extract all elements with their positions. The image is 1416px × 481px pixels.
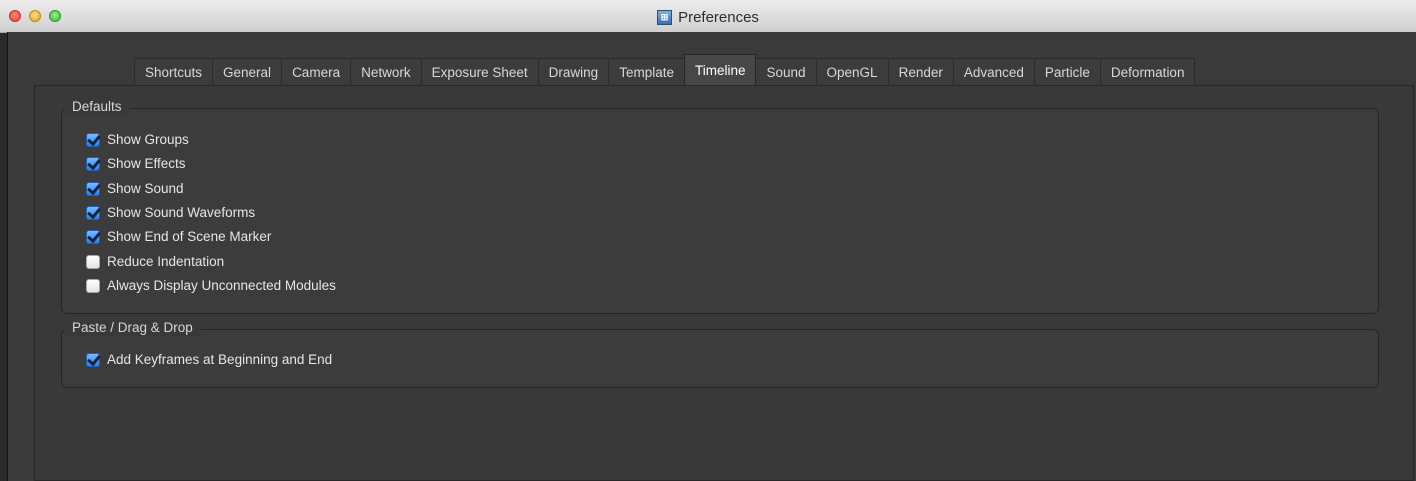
title-bar: ⊞ Preferences [0, 0, 1416, 33]
show-end-of-scene-marker-checkbox[interactable] [86, 230, 100, 244]
show-sound-option[interactable]: Show Sound [86, 179, 184, 199]
tab-bar: Shortcuts General Camera Network Exposur… [134, 54, 1196, 85]
always-display-unconnected-modules-checkbox[interactable] [86, 279, 100, 293]
show-effects-checkbox[interactable] [86, 157, 100, 171]
tab-template[interactable]: Template [608, 58, 685, 85]
tab-network[interactable]: Network [350, 58, 422, 85]
tab-exposure-sheet[interactable]: Exposure Sheet [420, 58, 539, 85]
checkbox-label: Reduce Indentation [107, 254, 225, 269]
tab-general[interactable]: General [212, 58, 283, 85]
checkbox-label: Add Keyframes at Beginning and End [107, 352, 333, 367]
tab-advanced[interactable]: Advanced [952, 58, 1035, 85]
tab-opengl[interactable]: OpenGL [815, 58, 889, 85]
show-groups-option[interactable]: Show Groups [86, 130, 189, 150]
show-end-of-scene-marker-option[interactable]: Show End of Scene Marker [86, 227, 271, 247]
always-display-unconnected-modules-option[interactable]: Always Display Unconnected Modules [86, 276, 336, 296]
preferences-content: Shortcuts General Camera Network Exposur… [8, 32, 1416, 481]
paste-drag-drop-group-title: Paste / Drag & Drop [64, 319, 201, 337]
show-sound-waveforms-option[interactable]: Show Sound Waveforms [86, 203, 255, 223]
timeline-preferences-page: Defaults Show Groups Show Effects Show S… [34, 85, 1414, 481]
tab-sound[interactable]: Sound [755, 58, 817, 85]
tab-particle[interactable]: Particle [1033, 58, 1101, 85]
tab-render[interactable]: Render [887, 58, 954, 85]
tab-deformation[interactable]: Deformation [1099, 58, 1196, 85]
tab-drawing[interactable]: Drawing [537, 58, 610, 85]
add-keyframes-option[interactable]: Add Keyframes at Beginning and End [86, 350, 332, 370]
tab-camera[interactable]: Camera [281, 58, 352, 85]
checkbox-label: Show Groups [107, 132, 189, 147]
show-effects-option[interactable]: Show Effects [86, 154, 186, 174]
checkbox-label: Show End of Scene Marker [107, 229, 272, 244]
checkbox-label: Show Sound [107, 181, 184, 196]
checkbox-label: Always Display Unconnected Modules [107, 278, 336, 293]
reduce-indentation-option[interactable]: Reduce Indentation [86, 252, 224, 272]
defaults-group: Defaults Show Groups Show Effects Show S… [61, 98, 1379, 314]
checkbox-label: Show Effects [107, 156, 186, 171]
checkbox-label: Show Sound Waveforms [107, 205, 256, 220]
defaults-group-title: Defaults [64, 98, 130, 116]
tab-timeline[interactable]: Timeline [683, 54, 757, 85]
show-sound-checkbox[interactable] [86, 182, 100, 196]
show-sound-waveforms-checkbox[interactable] [86, 206, 100, 220]
reduce-indentation-checkbox[interactable] [86, 255, 100, 269]
app-icon: ⊞ [657, 10, 673, 25]
window-title: Preferences [678, 9, 759, 26]
show-groups-checkbox[interactable] [86, 133, 100, 147]
add-keyframes-checkbox[interactable] [86, 353, 100, 367]
paste-drag-drop-group: Paste / Drag & Drop Add Keyframes at Beg… [61, 319, 1379, 388]
tab-shortcuts[interactable]: Shortcuts [134, 58, 214, 85]
